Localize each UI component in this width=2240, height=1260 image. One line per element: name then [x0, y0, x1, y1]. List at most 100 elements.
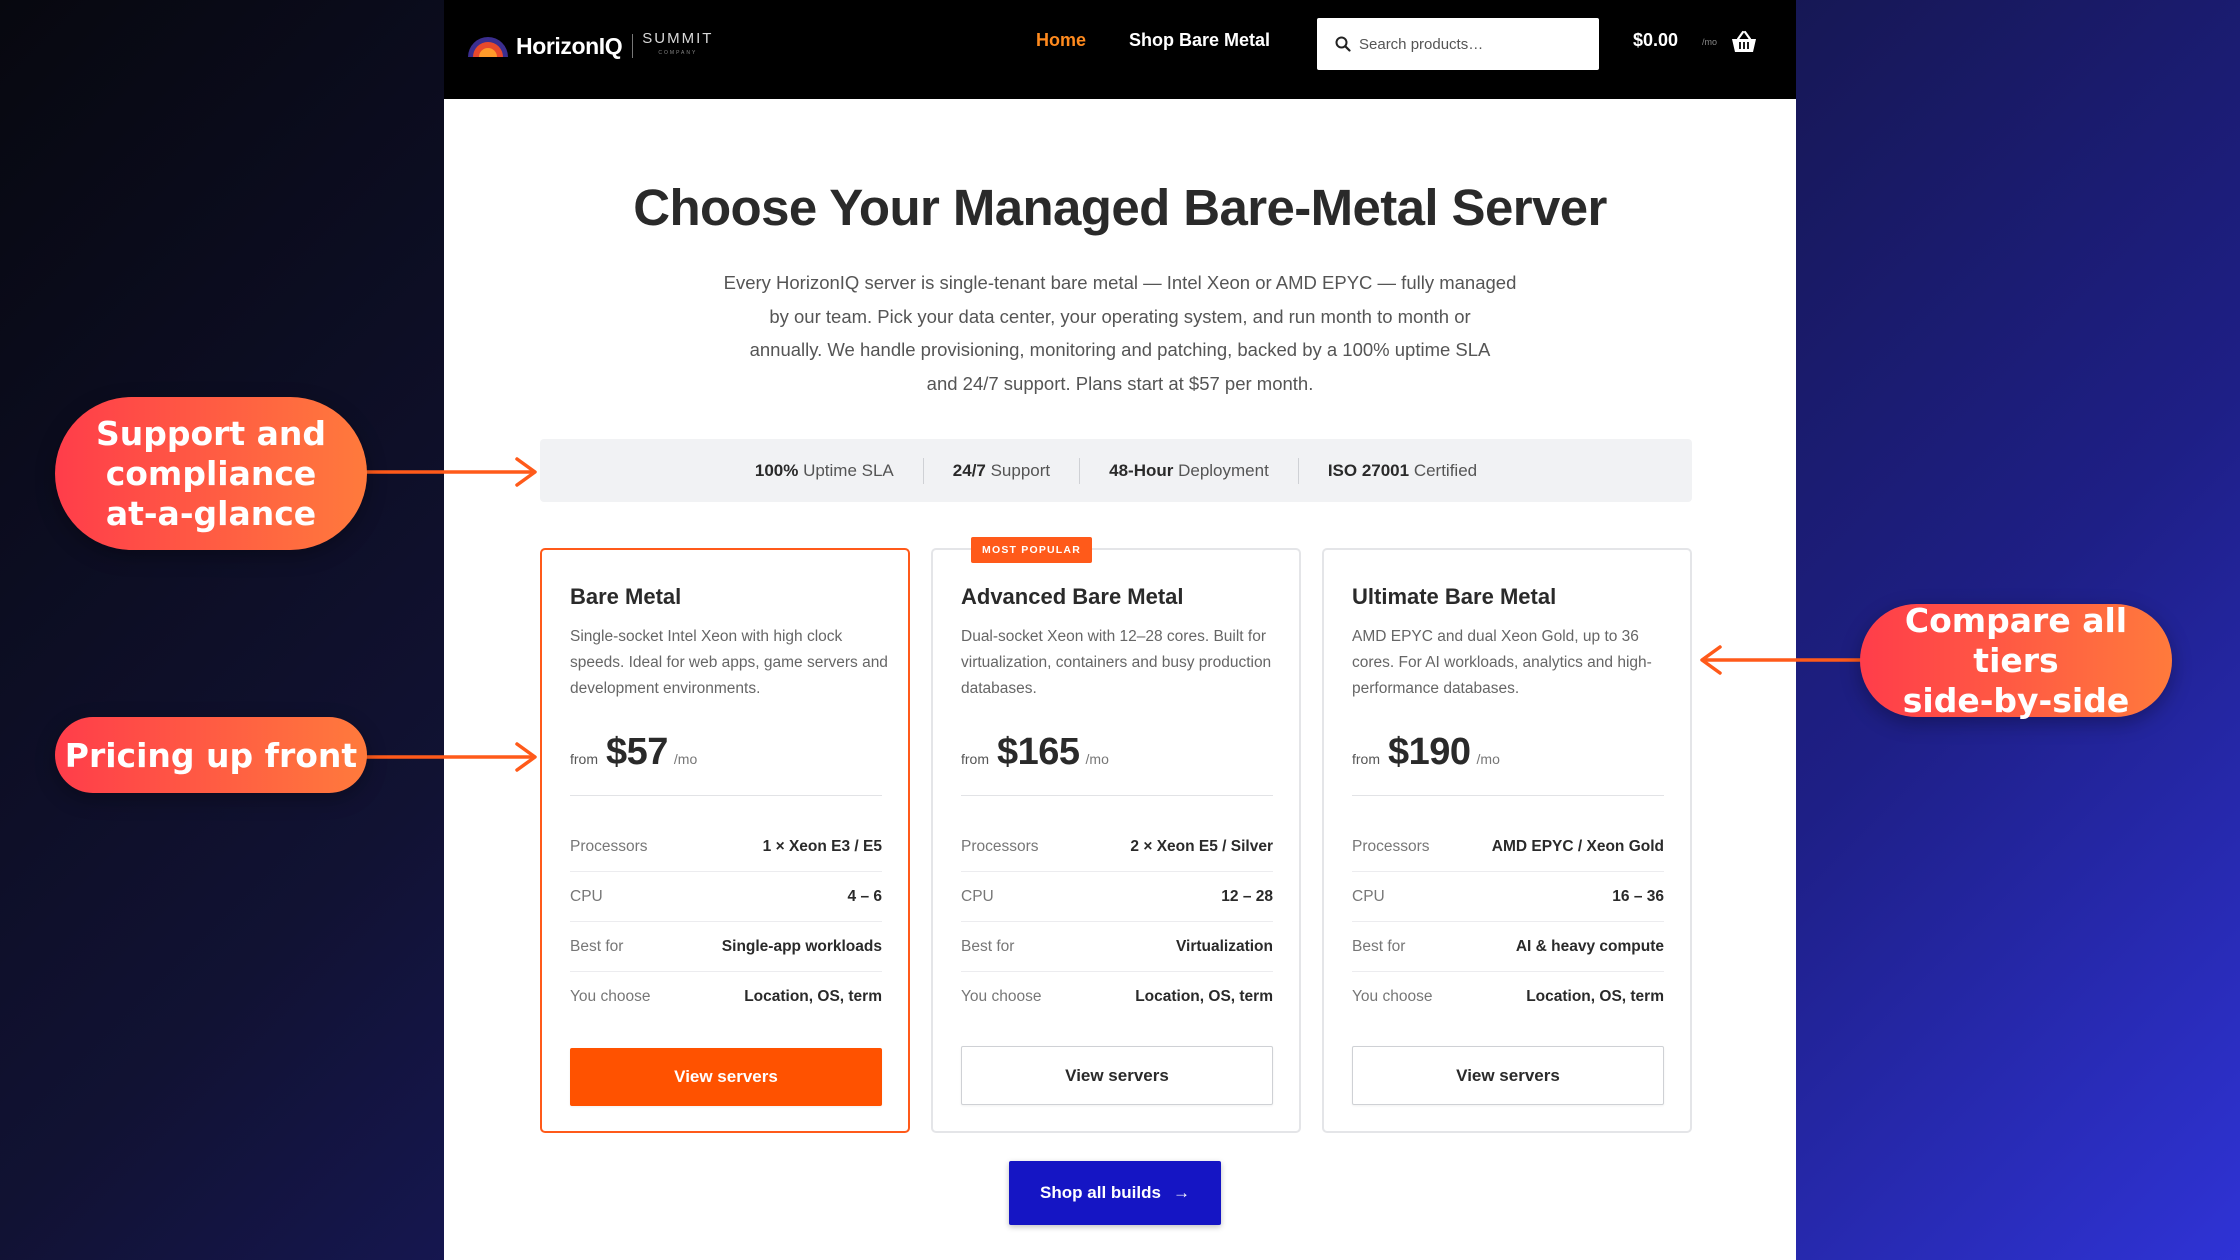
page-title: Choose Your Managed Bare-Metal Server: [633, 179, 1607, 236]
stat-uptime: 100% Uptime SLA: [726, 457, 924, 484]
price-value: $190: [1388, 731, 1471, 773]
spec-row: Best for AI & heavy compute: [1352, 922, 1664, 972]
plan-price: from $57 /mo: [570, 731, 697, 774]
spec-value: Location, OS, term: [1526, 988, 1664, 1005]
spec-key: Processors: [1352, 837, 1430, 855]
basket-icon[interactable]: [1730, 30, 1758, 54]
callout-support-compliance: Support and compliance at-a-glance: [55, 397, 367, 550]
stat-value: 24/7: [952, 460, 986, 480]
spec-value: 16 – 36: [1612, 887, 1664, 905]
spec-row: Best for Single-app workloads: [570, 922, 882, 972]
partner-logo-text: SUMMIT: [642, 30, 714, 47]
partner-logo: SUMMIT COMPANY: [642, 30, 714, 60]
spec-key: Best for: [961, 937, 1015, 955]
callout-line: side-by-side: [1902, 680, 2130, 720]
nav-home-link[interactable]: Home: [1036, 30, 1086, 51]
stat-label: Uptime SLA: [798, 460, 894, 480]
spec-key: You choose: [570, 988, 651, 1005]
spec-row: You choose Location, OS, term: [1352, 972, 1664, 1022]
cart-period: /mo: [1702, 37, 1718, 47]
price-from-label: from: [1352, 751, 1380, 767]
spec-row: Processors AMD EPYC / Xeon Gold: [1352, 822, 1664, 872]
spec-list: Processors 2 × Xeon E5 / Silver CPU 12 – 2…: [961, 822, 1273, 1022]
plan-card-advanced-bare-metal: MOST POPULAR Advanced Bare Metal Dual-so…: [931, 537, 1301, 1133]
plan-price: from $190 /mo: [1352, 731, 1500, 774]
divider: [1352, 795, 1664, 796]
view-servers-button[interactable]: View servers: [570, 1048, 882, 1106]
spec-value: AMD EPYC / Xeon Gold: [1491, 837, 1664, 855]
spec-key: Processors: [961, 837, 1039, 855]
spec-row: CPU 16 – 36: [1352, 872, 1664, 922]
spec-value: AI & heavy compute: [1515, 937, 1664, 955]
horizon-logo-icon: [468, 37, 508, 57]
top-navigation-bar: HorizonIQ SUMMIT COMPANY Home Shop Bare …: [444, 0, 1796, 99]
stat-label: Deployment: [1173, 460, 1269, 480]
spec-key: You choose: [961, 988, 1042, 1005]
stat-label: Certified: [1409, 460, 1478, 480]
spec-key: Best for: [1352, 937, 1406, 955]
spec-row: Processors 2 × Xeon E5 / Silver: [961, 822, 1273, 872]
spec-value: 12 – 28: [1221, 887, 1273, 905]
spec-row: You choose Location, OS, term: [570, 972, 882, 1022]
search-input[interactable]: [1359, 35, 1589, 53]
callout-compare-tiers: Compare all tiers side-by-side: [1860, 600, 2172, 720]
stat-value: ISO 27001: [1327, 460, 1410, 480]
plan-name: Ultimate Bare Metal: [1352, 584, 1557, 609]
spec-value: Location, OS, term: [744, 988, 882, 1005]
spec-row: You choose Location, OS, term: [961, 972, 1273, 1022]
spec-key: CPU: [961, 887, 994, 905]
hero-description-line: annually. We handle provisioning, monito…: [749, 339, 1491, 360]
price-value: $165: [997, 731, 1080, 773]
arrow-right-icon: →: [1172, 1183, 1190, 1202]
search-box[interactable]: [1317, 18, 1599, 70]
spec-value: Virtualization: [1175, 937, 1273, 955]
stat-label: Support: [985, 460, 1051, 480]
spec-key: Processors: [570, 837, 648, 855]
plan-description: Single-socket Intel Xeon with high clock…: [570, 628, 888, 697]
callout-line: compliance: [105, 453, 317, 493]
spec-row: CPU 12 – 28: [961, 872, 1273, 922]
cart-total[interactable]: $0.00: [1633, 30, 1678, 51]
plan-description: AMD EPYC and dual Xeon Gold, up to 36 co…: [1352, 628, 1652, 697]
spec-list: Processors 1 × Xeon E3 / E5 CPU 4 – 6 Best…: [570, 822, 882, 1022]
nav-shop-bare-metal-link[interactable]: Shop Bare Metal: [1129, 30, 1270, 51]
logo-divider: [632, 34, 634, 58]
spec-value: Location, OS, term: [1135, 988, 1273, 1005]
plan-name: Bare Metal: [570, 584, 682, 609]
plan-card-ultimate-bare-metal: Ultimate Bare Metal AMD EPYC and dual Xe…: [1322, 548, 1692, 1133]
shop-all-builds-button[interactable]: Shop all builds →: [1009, 1161, 1221, 1225]
spec-key: Best for: [570, 937, 624, 955]
spec-row: Processors 1 × Xeon E3 / E5: [570, 822, 882, 872]
spec-key: You choose: [1352, 988, 1433, 1005]
spec-list: Processors AMD EPYC / Xeon Gold CPU 16 – 3…: [1352, 822, 1664, 1022]
plan-card-bare-metal: Bare Metal Single-socket Intel Xeon with…: [540, 548, 910, 1133]
price-from-label: from: [961, 751, 989, 767]
search-icon: [1335, 36, 1351, 52]
view-servers-button[interactable]: View servers: [961, 1046, 1273, 1105]
spec-key: CPU: [1352, 887, 1385, 905]
spec-value: 2 × Xeon E5 / Silver: [1130, 837, 1273, 855]
stat-certification: ISO 27001 Certified: [1299, 458, 1506, 484]
price-period: /mo: [1085, 751, 1109, 767]
stat-value: 100%: [754, 460, 799, 480]
hero-description-line: Every HorizonIQ server is single-tenant …: [723, 272, 1517, 293]
hero-description-line: and 24/7 support. Plans start at $57 per…: [926, 372, 1314, 394]
plan-name: Advanced Bare Metal: [961, 584, 1184, 609]
spec-value: Single-app workloads: [721, 937, 882, 955]
shop-all-label: Shop all builds: [1040, 1183, 1161, 1202]
hero-description-line: by our team. Pick your data center, your…: [769, 305, 1471, 327]
logo-text: HorizonIQ: [516, 32, 623, 59]
spec-row: CPU 4 – 6: [570, 872, 882, 922]
divider: [961, 795, 1273, 796]
horizoniq-logo[interactable]: HorizonIQ SUMMIT COMPANY: [466, 30, 713, 62]
trust-stats-bar: 100% Uptime SLA 24/7 Support 48-Hour Dep…: [540, 439, 1692, 502]
spec-value: 4 – 6: [847, 887, 882, 905]
stat-support: 24/7 Support: [924, 457, 1081, 484]
price-value: $57: [606, 731, 668, 773]
callout-line: Compare all tiers: [1904, 600, 2128, 680]
spec-value: 1 × Xeon E3 / E5: [762, 837, 882, 855]
spec-row: Best for Virtualization: [961, 922, 1273, 972]
price-period: /mo: [1476, 751, 1500, 767]
view-servers-button[interactable]: View servers: [1352, 1046, 1664, 1105]
spec-key: CPU: [570, 887, 603, 905]
